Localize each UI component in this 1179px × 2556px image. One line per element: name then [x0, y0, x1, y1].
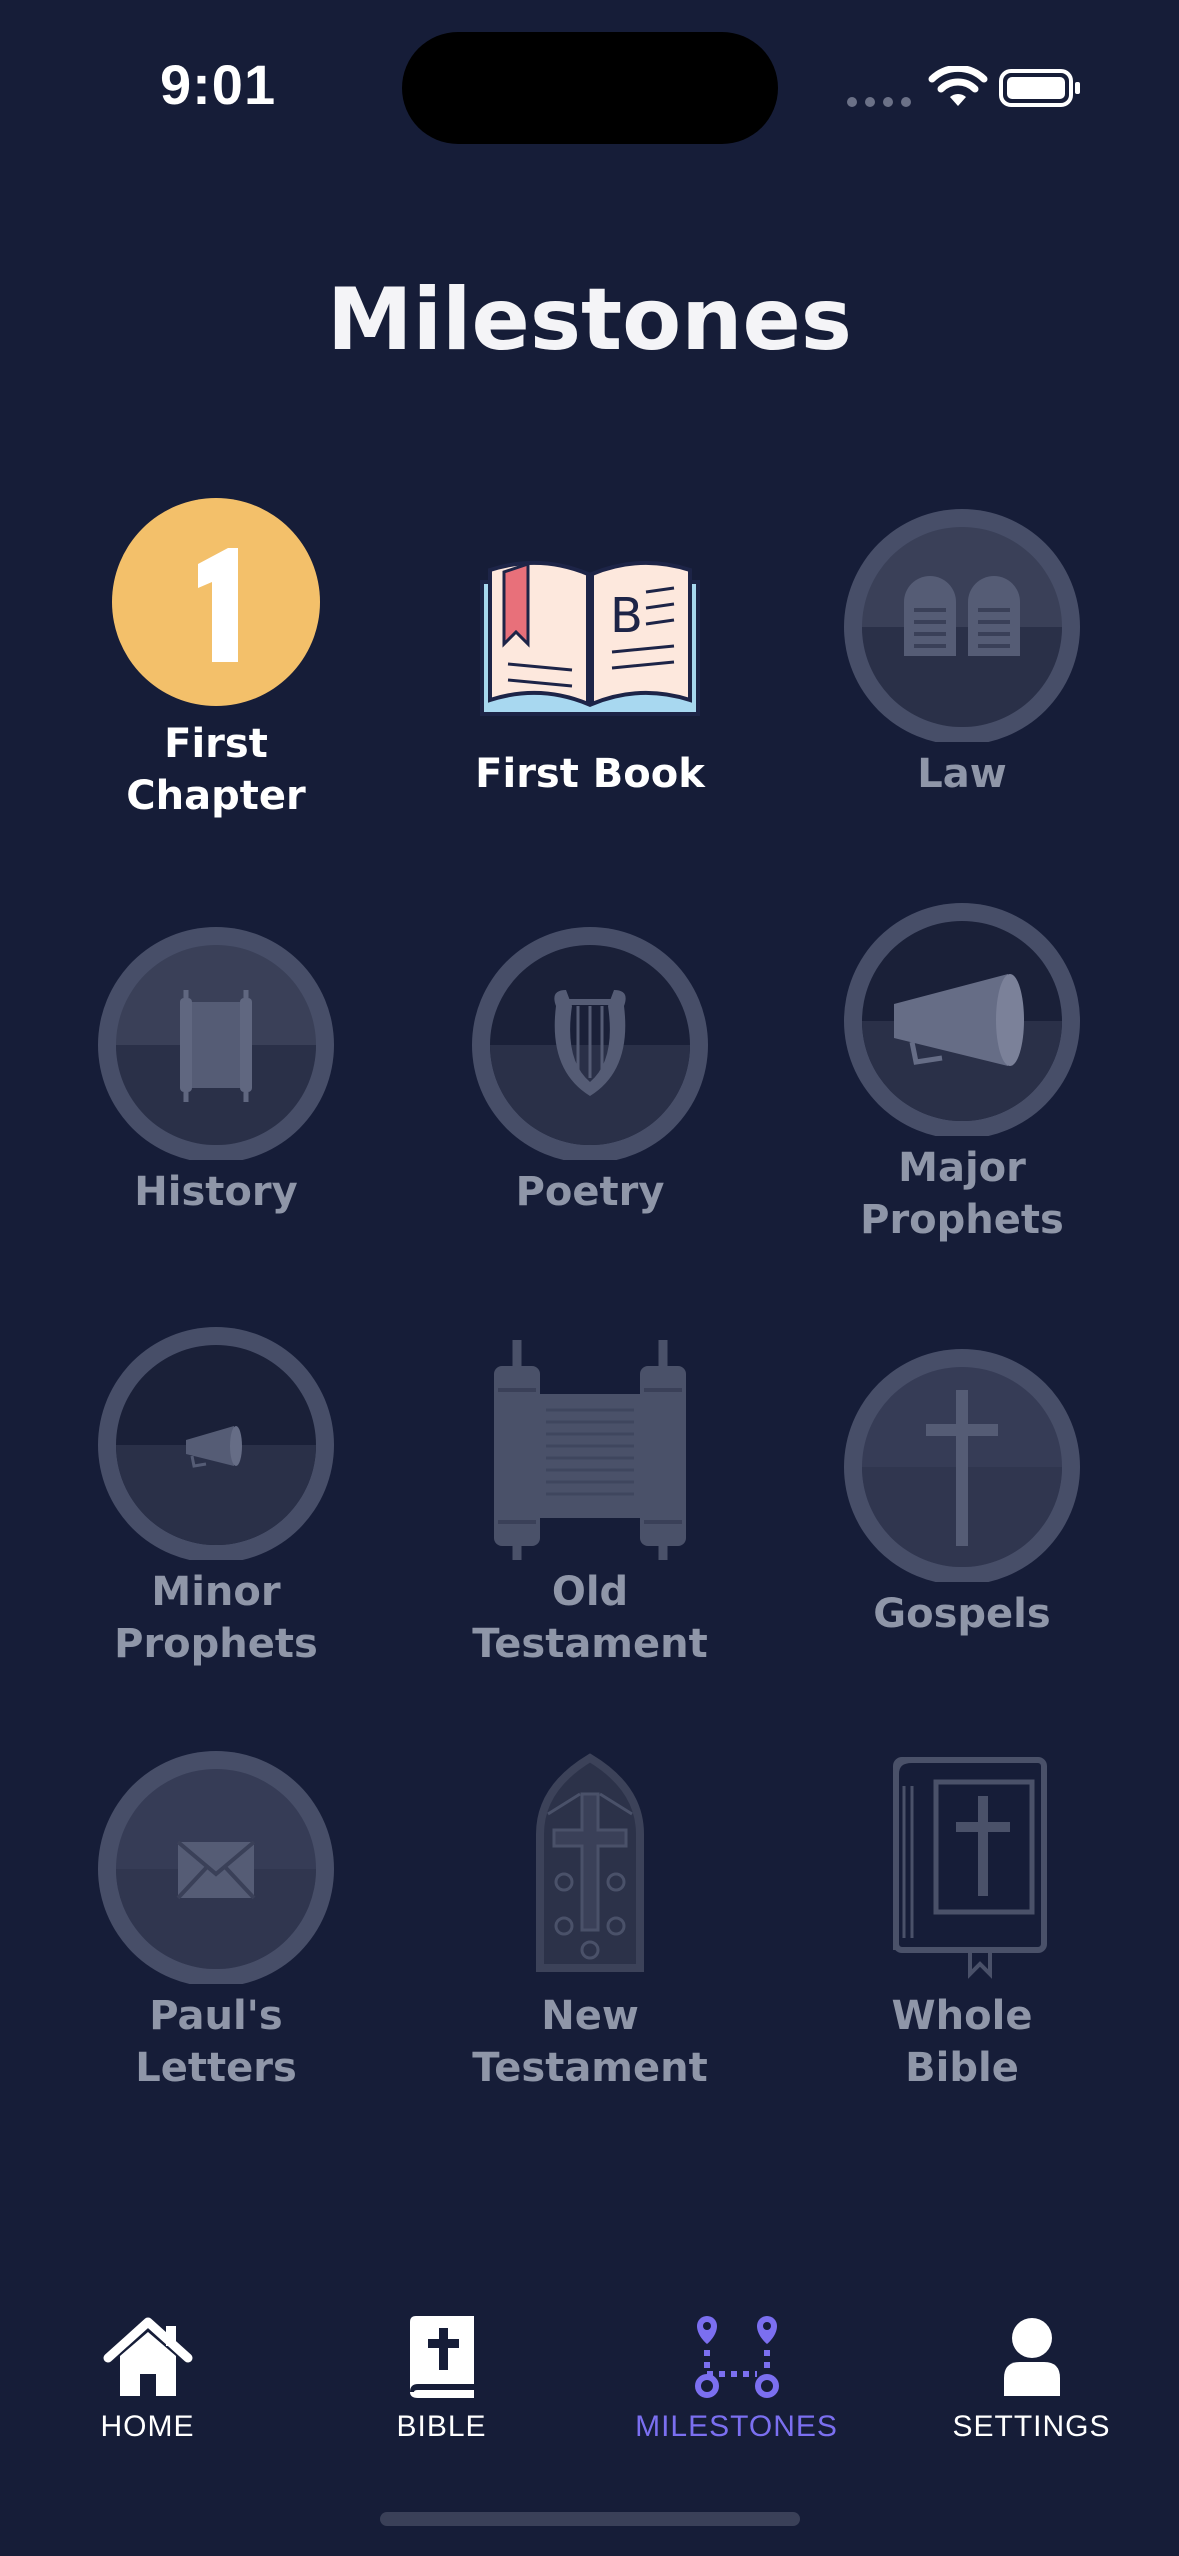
- stone-tablets-icon: [844, 509, 1080, 742]
- home-indicator[interactable]: [380, 2512, 800, 2526]
- bible-icon: [409, 2316, 474, 2398]
- status-bar: 9:01: [0, 0, 1179, 170]
- small-megaphone-icon: [98, 1327, 334, 1560]
- milestone-whole-bible[interactable]: Whole Bible: [812, 1734, 1112, 2094]
- torah-scroll-icon: [494, 1340, 686, 1560]
- tab-settings[interactable]: SETTINGS: [884, 2300, 1179, 2444]
- milestone-label: Whole Bible: [891, 1993, 1033, 2091]
- envelope-icon: [98, 1751, 334, 1984]
- milestone-minor-prophets[interactable]: Minor Prophets: [66, 1310, 366, 1670]
- milestone-new-testament[interactable]: New Testament: [440, 1734, 740, 2094]
- signal-dots-icon: [847, 97, 911, 107]
- number-one-icon: [112, 498, 320, 706]
- milestone-label: Poetry: [515, 1169, 665, 1215]
- milestone-label: Paul's Letters: [135, 1993, 297, 2091]
- cross-icon: [844, 1349, 1080, 1582]
- milestone-label: Gospels: [873, 1591, 1051, 1637]
- milestone-history[interactable]: History: [66, 910, 366, 1218]
- status-time: 9:01: [160, 53, 277, 116]
- wifi-icon: [928, 66, 988, 106]
- milestone-label: First Book: [475, 751, 705, 797]
- stained-glass-window-icon: [536, 1753, 644, 1972]
- milestone-label: Law: [917, 751, 1007, 797]
- milestone-first-book[interactable]: B First Book: [440, 492, 740, 800]
- megaphone-icon: [844, 903, 1080, 1136]
- tab-label: HOME: [100, 2410, 195, 2443]
- milestone-label: Old Testament: [472, 1569, 708, 1667]
- milestone-first-chapter[interactable]: First Chapter: [66, 492, 366, 822]
- milestone-law[interactable]: Law: [812, 492, 1112, 800]
- scroll-icon: [98, 927, 334, 1160]
- milestone-poetry[interactable]: Poetry: [440, 910, 740, 1218]
- milestone-old-testament[interactable]: Old Testament: [440, 1310, 740, 1670]
- milestone-label: Minor Prophets: [114, 1569, 318, 1667]
- milestone-major-prophets[interactable]: Major Prophets: [812, 886, 1112, 1246]
- tab-home[interactable]: HOME: [0, 2300, 295, 2444]
- tab-bible[interactable]: BIBLE: [294, 2300, 589, 2444]
- home-icon: [103, 2317, 192, 2396]
- tab-label: MILESTONES: [635, 2410, 838, 2443]
- milestone-label: First Chapter: [126, 721, 306, 819]
- milestones-icon: [694, 2316, 779, 2398]
- milestone-label: Major Prophets: [860, 1145, 1064, 1243]
- svg-text:B: B: [610, 588, 643, 644]
- tab-milestones[interactable]: MILESTONES: [589, 2300, 884, 2444]
- user-icon: [1003, 2318, 1060, 2396]
- page-title: Milestones: [327, 270, 852, 370]
- dynamic-island: [402, 32, 778, 144]
- lyre-icon: [472, 927, 708, 1160]
- tab-label: BIBLE: [396, 2410, 487, 2443]
- tab-bar: HOME BIBLE MILESTONES SETTINGS: [0, 2300, 1179, 2500]
- milestone-pauls-letters[interactable]: Paul's Letters: [66, 1734, 366, 2094]
- status-icons: [840, 62, 1100, 112]
- bible-book-icon: [893, 1757, 1047, 1979]
- milestone-gospels[interactable]: Gospels: [812, 1332, 1112, 1640]
- open-book-icon: B: [480, 560, 700, 716]
- milestone-label: New Testament: [472, 1993, 708, 2091]
- milestone-label: History: [134, 1169, 298, 1215]
- tab-label: SETTINGS: [952, 2410, 1111, 2443]
- battery-icon: [999, 69, 1080, 107]
